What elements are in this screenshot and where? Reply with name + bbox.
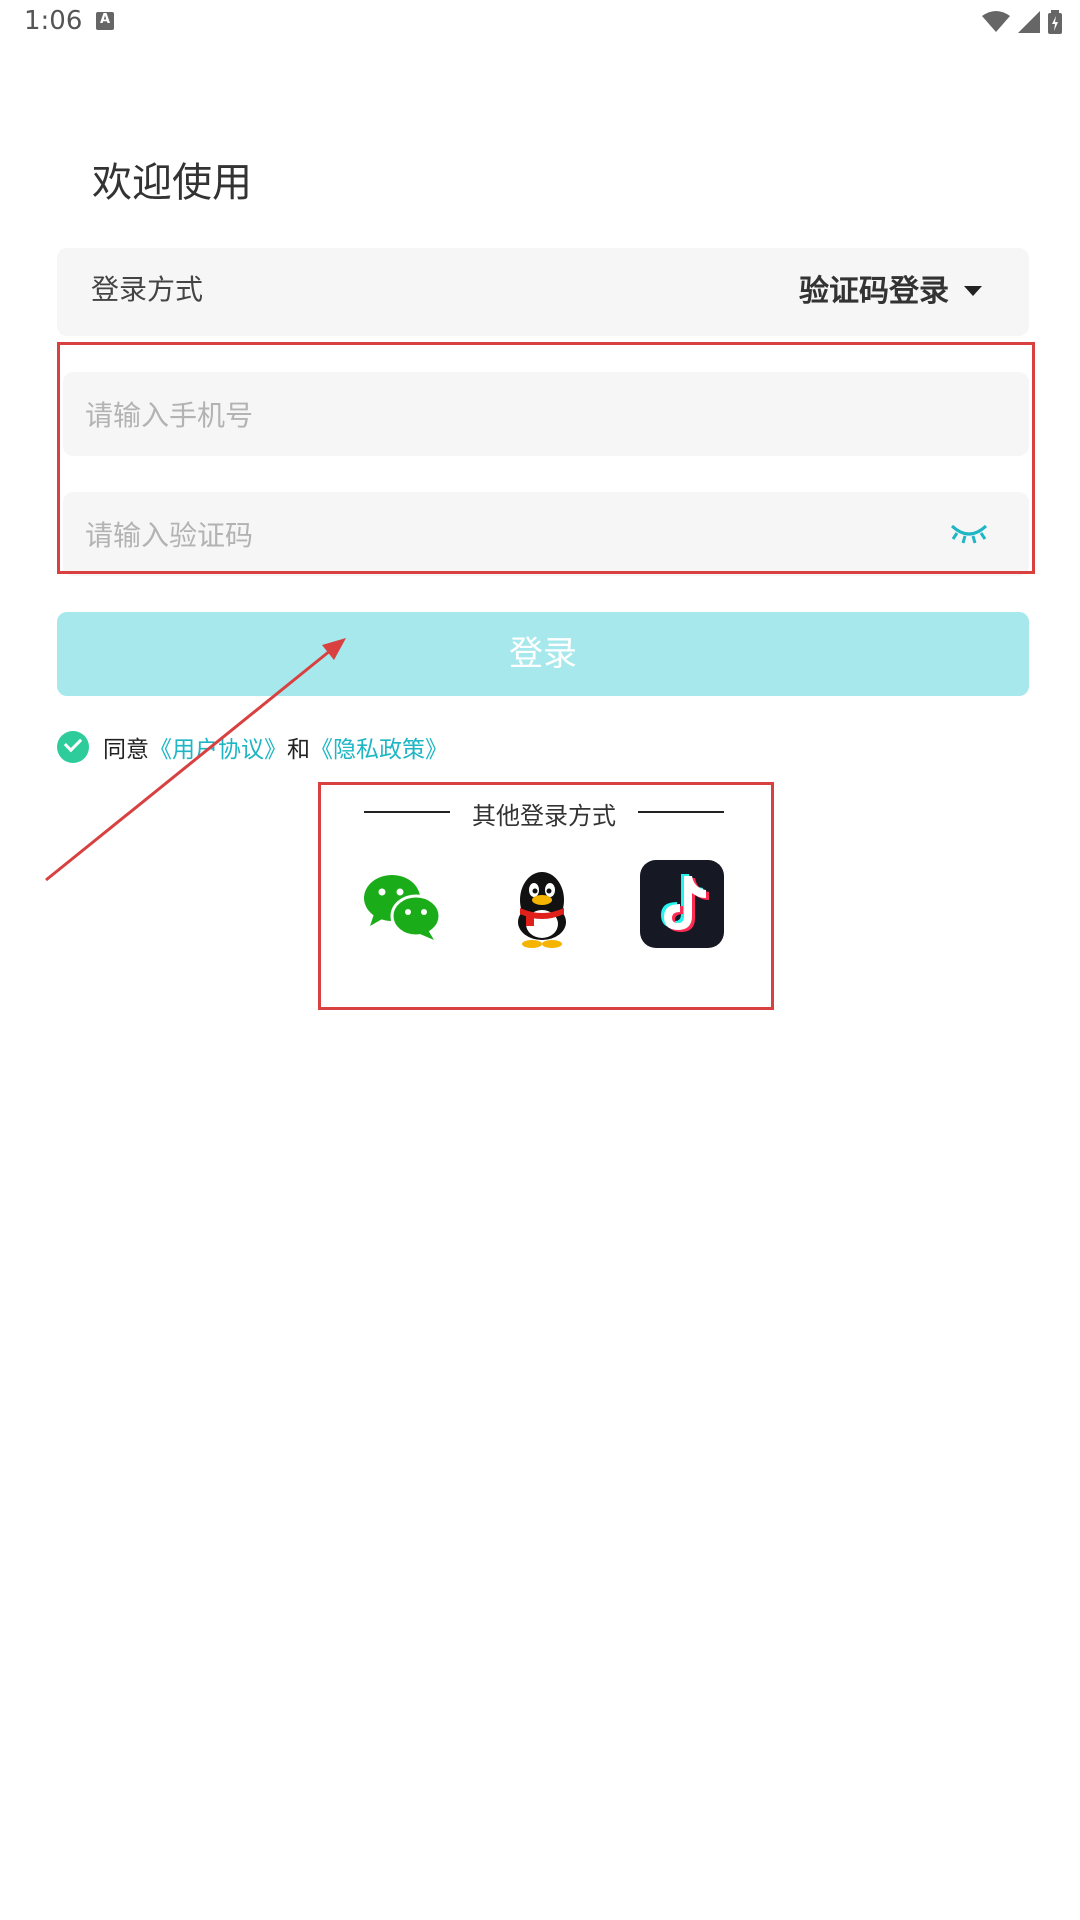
login-button[interactable]: 登录 (57, 612, 1029, 696)
battery-icon (1048, 10, 1062, 34)
chevron-down-icon[interactable] (964, 286, 982, 296)
agreement-prefix: 同意 (103, 737, 149, 763)
user-agreement-link[interactable]: 《用户协议》 (149, 730, 287, 764)
agreement-checkbox[interactable] (57, 731, 89, 763)
annotation-box-other-login (318, 782, 774, 1010)
login-method-selector[interactable]: 登录方式 验证码登录 (57, 248, 1029, 336)
keyboard-a-icon (96, 12, 114, 30)
privacy-policy-link[interactable]: 《隐私政策》 (310, 730, 448, 764)
annotation-box-inputs (57, 342, 1035, 574)
agreement-and: 和 (287, 737, 310, 763)
status-icons (982, 8, 1062, 36)
login-method-value[interactable]: 验证码登录 (799, 266, 949, 310)
wifi-icon (982, 11, 1010, 32)
status-time: 1:06 (24, 6, 83, 36)
signal-icon (1018, 11, 1040, 33)
status-bar: 1:06 (0, 0, 1080, 44)
page-title: 欢迎使用 (92, 160, 252, 206)
login-method-label: 登录方式 (91, 273, 204, 306)
agreement-row: 同意 《用户协议》 和 《隐私政策》 (57, 730, 448, 764)
